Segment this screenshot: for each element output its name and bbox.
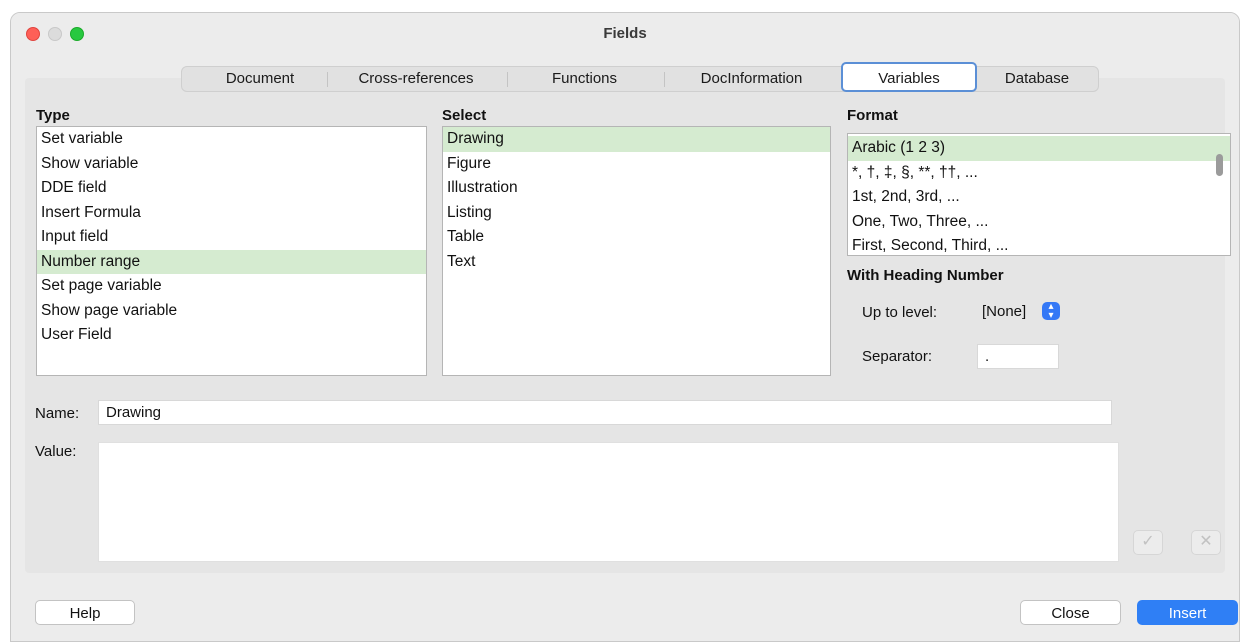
value-field[interactable] bbox=[98, 442, 1119, 562]
x-icon[interactable]: ✕ bbox=[1191, 530, 1221, 555]
tab-bar: Document Cross-references Functions DocI… bbox=[181, 62, 1099, 92]
tab-divider bbox=[664, 72, 665, 87]
tab-divider bbox=[507, 72, 508, 87]
insert-button[interactable]: Insert bbox=[1137, 600, 1238, 625]
format-item-cardinal-words[interactable]: One, Two, Three, ... bbox=[848, 210, 1230, 235]
select-item-illustration[interactable]: Illustration bbox=[443, 176, 830, 201]
value-label: Value: bbox=[35, 443, 77, 460]
tab-functions[interactable]: Functions bbox=[512, 67, 657, 91]
select-list[interactable]: Drawing Figure Illustration Listing Tabl… bbox=[442, 126, 831, 376]
type-item-set-page-variable[interactable]: Set page variable bbox=[37, 274, 426, 299]
name-field[interactable]: Drawing bbox=[98, 400, 1112, 425]
type-item-number-range[interactable]: Number range bbox=[37, 249, 426, 274]
up-to-level-select[interactable]: [None] ▴ ▾ bbox=[973, 299, 1060, 324]
format-item-ordinal-words[interactable]: First, Second, Third, ... bbox=[848, 234, 1230, 255]
select-item-text[interactable]: Text bbox=[443, 250, 830, 275]
type-item-show-page-variable[interactable]: Show page variable bbox=[37, 299, 426, 324]
type-item-input-field[interactable]: Input field bbox=[37, 225, 426, 250]
format-label: Format bbox=[847, 107, 898, 124]
up-to-level-label: Up to level: bbox=[862, 304, 938, 321]
type-item-dde-field[interactable]: DDE field bbox=[37, 176, 426, 201]
format-item-ordinal[interactable]: 1st, 2nd, 3rd, ... bbox=[848, 185, 1230, 210]
format-item-arabic[interactable]: Arabic (1 2 3) bbox=[848, 136, 1230, 161]
type-list[interactable]: Set variable Show variable DDE field Ins… bbox=[36, 126, 427, 376]
type-item-show-variable[interactable]: Show variable bbox=[37, 152, 426, 177]
select-item-figure[interactable]: Figure bbox=[443, 152, 830, 177]
type-item-insert-formula[interactable]: Insert Formula bbox=[37, 201, 426, 226]
checkmark-icon[interactable]: ✓ bbox=[1133, 530, 1163, 555]
heading-number-label: With Heading Number bbox=[847, 267, 1004, 284]
fields-dialog: Fields Document Cross-references Functio… bbox=[10, 12, 1240, 642]
close-button[interactable]: Close bbox=[1020, 600, 1121, 625]
window-title: Fields bbox=[603, 25, 647, 42]
name-label: Name: bbox=[35, 405, 80, 422]
format-item-symbols[interactable]: *, †, ‡, §, **, ††, ... bbox=[848, 161, 1230, 186]
type-item-user-field[interactable]: User Field bbox=[37, 323, 426, 348]
tab-cross-references[interactable]: Cross-references bbox=[332, 67, 500, 91]
separator-label: Separator: bbox=[862, 348, 933, 365]
select-item-table[interactable]: Table bbox=[443, 225, 830, 250]
select-item-drawing[interactable]: Drawing bbox=[443, 127, 830, 152]
select-label: Select bbox=[442, 107, 487, 124]
tab-docinformation[interactable]: DocInformation bbox=[669, 67, 834, 91]
title-bar: Fields bbox=[11, 13, 1239, 55]
help-button[interactable]: Help bbox=[35, 600, 135, 625]
tab-database[interactable]: Database bbox=[982, 67, 1092, 91]
chevron-up-down-icon: ▴ ▾ bbox=[1042, 302, 1060, 321]
format-list[interactable]: Arabic (1 2 3) *, †, ‡, §, **, ††, ... 1… bbox=[847, 133, 1231, 256]
type-item-set-variable[interactable]: Set variable bbox=[37, 127, 426, 152]
tab-document[interactable]: Document bbox=[200, 67, 320, 91]
type-label: Type bbox=[36, 107, 70, 124]
select-item-listing[interactable]: Listing bbox=[443, 201, 830, 226]
tab-divider bbox=[327, 72, 328, 87]
separator-field[interactable]: . bbox=[977, 344, 1059, 369]
tab-variables[interactable]: Variables bbox=[841, 62, 977, 92]
format-scrollbar[interactable] bbox=[1216, 154, 1223, 176]
up-to-level-value: [None] bbox=[982, 303, 1027, 320]
